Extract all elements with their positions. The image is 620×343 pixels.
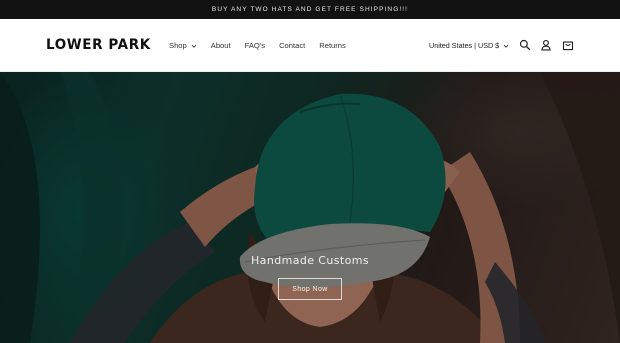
nav-item-shop[interactable]: Shop	[162, 19, 204, 72]
country-selector[interactable]: United States | USD $	[429, 19, 509, 72]
hero-banner: Handmade Customs Shop Now	[0, 72, 620, 343]
cart-icon	[562, 41, 574, 51]
search-icon	[519, 39, 531, 51]
search-button[interactable]	[517, 37, 533, 53]
site-header: LOWER PARK Shop About FAQ's Contact Retu…	[0, 19, 620, 72]
nav-item-contact[interactable]: Contact	[272, 19, 312, 72]
nav-item-faqs[interactable]: FAQ's	[238, 19, 272, 72]
nav-item-label: Shop	[169, 41, 187, 50]
announcement-text: BUY ANY TWO HATS AND GET FREE SHIPPING!!…	[211, 6, 409, 13]
chevron-down-icon	[503, 44, 509, 48]
main-nav: Shop About FAQ's Contact Returns	[162, 19, 353, 72]
chevron-down-icon	[191, 44, 197, 48]
announcement-bar: BUY ANY TWO HATS AND GET FREE SHIPPING!!…	[0, 0, 620, 19]
nav-item-label: About	[210, 41, 231, 50]
hero-title: Handmade Customs	[251, 254, 369, 267]
nav-item-returns[interactable]: Returns	[312, 19, 353, 72]
account-icon	[541, 39, 551, 51]
nav-item-label: Returns	[319, 41, 346, 50]
account-button[interactable]	[538, 37, 554, 53]
hero-image	[0, 72, 620, 343]
nav-item-label: Contact	[279, 41, 306, 50]
shop-now-button[interactable]: Shop Now	[278, 278, 342, 300]
nav-item-label: FAQ's	[244, 41, 266, 50]
cart-button[interactable]	[560, 37, 576, 53]
nav-item-about[interactable]: About	[204, 19, 238, 72]
logo[interactable]: LOWER PARK	[46, 37, 151, 54]
country-selector-label: United States | USD $	[429, 41, 500, 50]
